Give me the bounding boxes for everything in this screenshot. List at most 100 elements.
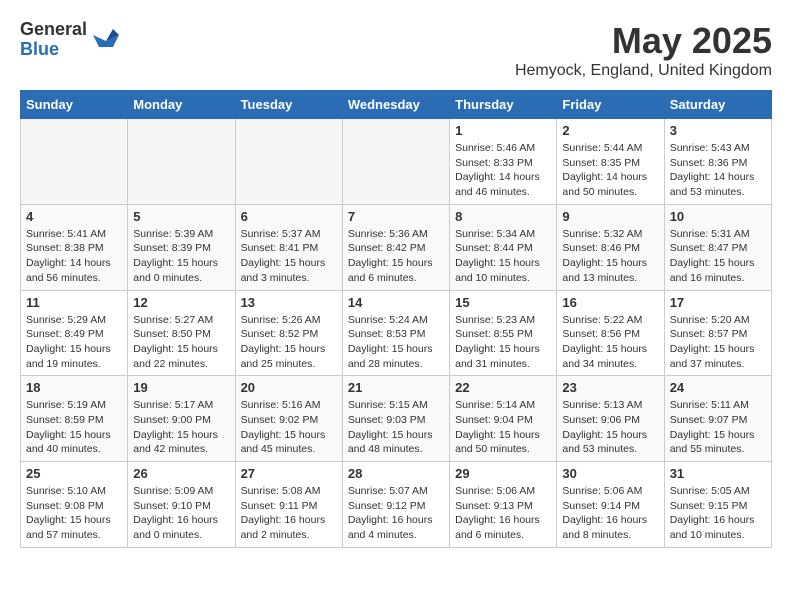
table-row: [128, 119, 235, 205]
day-number: 15: [455, 295, 551, 310]
day-number: 5: [133, 209, 229, 224]
day-number: 22: [455, 380, 551, 395]
col-thursday: Thursday: [450, 91, 557, 119]
table-row: 17 Sunrise: 5:20 AM Sunset: 8:57 PM Dayli…: [664, 290, 771, 376]
table-row: 26 Sunrise: 5:09 AM Sunset: 9:10 PM Dayli…: [128, 462, 235, 548]
day-number: 3: [670, 123, 766, 138]
day-number: 31: [670, 466, 766, 481]
table-row: 29 Sunrise: 5:06 AM Sunset: 9:13 PM Dayli…: [450, 462, 557, 548]
day-info: Sunrise: 5:37 AM Sunset: 8:41 PM Dayligh…: [241, 227, 337, 286]
day-number: 25: [26, 466, 122, 481]
day-number: 29: [455, 466, 551, 481]
day-info: Sunrise: 5:41 AM Sunset: 8:38 PM Dayligh…: [26, 227, 122, 286]
table-row: 13 Sunrise: 5:26 AM Sunset: 8:52 PM Dayli…: [235, 290, 342, 376]
col-friday: Friday: [557, 91, 664, 119]
table-row: 3 Sunrise: 5:43 AM Sunset: 8:36 PM Daylig…: [664, 119, 771, 205]
table-row: 6 Sunrise: 5:37 AM Sunset: 8:41 PM Daylig…: [235, 204, 342, 290]
table-row: 2 Sunrise: 5:44 AM Sunset: 8:35 PM Daylig…: [557, 119, 664, 205]
table-row: 19 Sunrise: 5:17 AM Sunset: 9:00 PM Dayli…: [128, 376, 235, 462]
table-row: 15 Sunrise: 5:23 AM Sunset: 8:55 PM Dayli…: [450, 290, 557, 376]
day-info: Sunrise: 5:22 AM Sunset: 8:56 PM Dayligh…: [562, 313, 658, 372]
table-row: 14Sunrise: 5:24 AM Sunset: 8:53 PM Dayli…: [342, 290, 449, 376]
day-info: Sunrise: 5:29 AM Sunset: 8:49 PM Dayligh…: [26, 313, 122, 372]
day-info: Sunrise: 5:44 AM Sunset: 8:35 PM Dayligh…: [562, 141, 658, 200]
day-info: Sunrise: 5:16 AM Sunset: 9:02 PM Dayligh…: [241, 398, 337, 457]
day-number: 26: [133, 466, 229, 481]
day-number: 1: [455, 123, 551, 138]
day-info: Sunrise: 5:09 AM Sunset: 9:10 PM Dayligh…: [133, 484, 229, 543]
header: General Blue May 2025 Hemyock, England, …: [20, 20, 772, 80]
table-row: 30Sunrise: 5:06 AM Sunset: 9:14 PM Dayli…: [557, 462, 664, 548]
col-monday: Monday: [128, 91, 235, 119]
day-number: 2: [562, 123, 658, 138]
day-info: Sunrise: 5:39 AM Sunset: 8:39 PM Dayligh…: [133, 227, 229, 286]
day-info: Sunrise: 5:15 AM Sunset: 9:03 PM Dayligh…: [348, 398, 444, 457]
day-info: Sunrise: 5:06 AM Sunset: 9:13 PM Dayligh…: [455, 484, 551, 543]
logo-blue-text: Blue: [20, 40, 87, 60]
page: General Blue May 2025 Hemyock, England, …: [0, 0, 792, 558]
day-info: Sunrise: 5:10 AM Sunset: 9:08 PM Dayligh…: [26, 484, 122, 543]
day-number: 24: [670, 380, 766, 395]
logo-general-text: General: [20, 20, 87, 40]
table-row: [235, 119, 342, 205]
day-number: 18: [26, 380, 122, 395]
calendar-row-1: 1Sunrise: 5:46 AM Sunset: 8:33 PM Daylig…: [21, 119, 772, 205]
day-number: 8: [455, 209, 551, 224]
table-row: 4 Sunrise: 5:41 AM Sunset: 8:38 PM Daylig…: [21, 204, 128, 290]
day-number: 12: [133, 295, 229, 310]
day-number: 4: [26, 209, 122, 224]
table-row: 24 Sunrise: 5:11 AM Sunset: 9:07 PM Dayli…: [664, 376, 771, 462]
day-number: 10: [670, 209, 766, 224]
table-row: 1Sunrise: 5:46 AM Sunset: 8:33 PM Daylig…: [450, 119, 557, 205]
col-wednesday: Wednesday: [342, 91, 449, 119]
day-info: Sunrise: 5:05 AM Sunset: 9:15 PM Dayligh…: [670, 484, 766, 543]
day-info: Sunrise: 5:32 AM Sunset: 8:46 PM Dayligh…: [562, 227, 658, 286]
table-row: 27 Sunrise: 5:08 AM Sunset: 9:11 PM Dayli…: [235, 462, 342, 548]
table-row: 28 Sunrise: 5:07 AM Sunset: 9:12 PM Dayli…: [342, 462, 449, 548]
table-row: [21, 119, 128, 205]
day-number: 9: [562, 209, 658, 224]
table-row: 22 Sunrise: 5:14 AM Sunset: 9:04 PM Dayli…: [450, 376, 557, 462]
day-info: Sunrise: 5:14 AM Sunset: 9:04 PM Dayligh…: [455, 398, 551, 457]
location: Hemyock, England, United Kingdom: [515, 62, 772, 80]
day-info: Sunrise: 5:23 AM Sunset: 8:55 PM Dayligh…: [455, 313, 551, 372]
day-number: 19: [133, 380, 229, 395]
day-info: Sunrise: 5:43 AM Sunset: 8:36 PM Dayligh…: [670, 141, 766, 200]
calendar-row-3: 11Sunrise: 5:29 AM Sunset: 8:49 PM Dayli…: [21, 290, 772, 376]
day-number: 7: [348, 209, 444, 224]
day-info: Sunrise: 5:31 AM Sunset: 8:47 PM Dayligh…: [670, 227, 766, 286]
col-saturday: Saturday: [664, 91, 771, 119]
table-row: 31 Sunrise: 5:05 AM Sunset: 9:15 PM Dayli…: [664, 462, 771, 548]
day-number: 13: [241, 295, 337, 310]
day-info: Sunrise: 5:08 AM Sunset: 9:11 PM Dayligh…: [241, 484, 337, 543]
day-info: Sunrise: 5:27 AM Sunset: 8:50 PM Dayligh…: [133, 313, 229, 372]
day-number: 28: [348, 466, 444, 481]
table-row: 8Sunrise: 5:34 AM Sunset: 8:44 PM Daylig…: [450, 204, 557, 290]
day-info: Sunrise: 5:11 AM Sunset: 9:07 PM Dayligh…: [670, 398, 766, 457]
day-number: 6: [241, 209, 337, 224]
col-tuesday: Tuesday: [235, 91, 342, 119]
calendar-row-2: 4 Sunrise: 5:41 AM Sunset: 8:38 PM Daylig…: [21, 204, 772, 290]
day-info: Sunrise: 5:17 AM Sunset: 9:00 PM Dayligh…: [133, 398, 229, 457]
day-info: Sunrise: 5:07 AM Sunset: 9:12 PM Dayligh…: [348, 484, 444, 543]
day-number: 20: [241, 380, 337, 395]
table-row: 11Sunrise: 5:29 AM Sunset: 8:49 PM Dayli…: [21, 290, 128, 376]
logo: General Blue: [20, 20, 121, 60]
day-number: 27: [241, 466, 337, 481]
calendar-row-4: 18Sunrise: 5:19 AM Sunset: 8:59 PM Dayli…: [21, 376, 772, 462]
day-number: 17: [670, 295, 766, 310]
calendar-body: 1Sunrise: 5:46 AM Sunset: 8:33 PM Daylig…: [21, 119, 772, 548]
table-row: 16Sunrise: 5:22 AM Sunset: 8:56 PM Dayli…: [557, 290, 664, 376]
table-row: 23Sunrise: 5:13 AM Sunset: 9:06 PM Dayli…: [557, 376, 664, 462]
logo-text: General Blue: [20, 20, 87, 60]
day-info: Sunrise: 5:20 AM Sunset: 8:57 PM Dayligh…: [670, 313, 766, 372]
table-row: 10 Sunrise: 5:31 AM Sunset: 8:47 PM Dayli…: [664, 204, 771, 290]
month-title: May 2025: [515, 20, 772, 62]
day-number: 21: [348, 380, 444, 395]
col-sunday: Sunday: [21, 91, 128, 119]
table-row: 21 Sunrise: 5:15 AM Sunset: 9:03 PM Dayli…: [342, 376, 449, 462]
logo-icon: [91, 25, 121, 55]
table-row: 7Sunrise: 5:36 AM Sunset: 8:42 PM Daylig…: [342, 204, 449, 290]
day-info: Sunrise: 5:13 AM Sunset: 9:06 PM Dayligh…: [562, 398, 658, 457]
day-info: Sunrise: 5:26 AM Sunset: 8:52 PM Dayligh…: [241, 313, 337, 372]
